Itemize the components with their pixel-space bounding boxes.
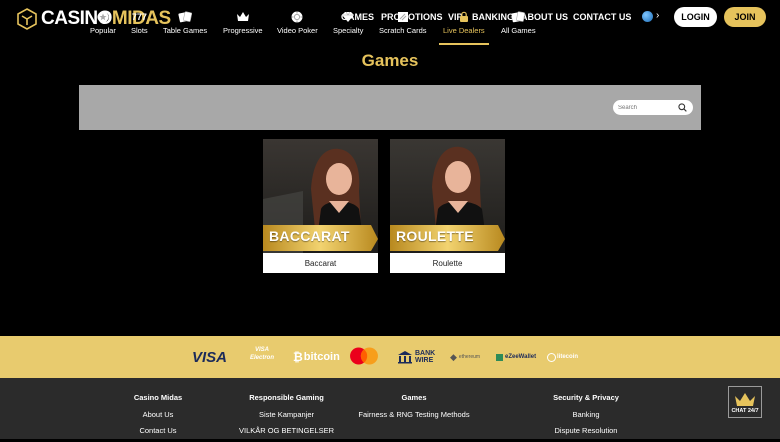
footer-link-fairness[interactable]: Fairness & RNG Testing Methods [354,410,474,419]
page-title: Games [361,51,419,70]
game-banner-text: BACCARAT [269,228,350,244]
category-all-games[interactable]: All Games [501,11,536,35]
visa-electron-logo: VISA Electron [250,347,275,361]
footer-heading: Security & Privacy [553,393,619,402]
footer-link-banking[interactable]: Banking [536,410,636,419]
scratch-card-icon [397,12,408,22]
game-title: Baccarat [263,253,378,273]
search-icon[interactable] [678,103,687,112]
category-popular[interactable]: Popular [90,11,116,35]
payment-methods-strip: VISA VISA Electron ₿ bitcoin BANK WIRE ◆ eth… [0,336,780,378]
footer-link-siste-kampanjer[interactable]: Siste Kampanjer [229,410,344,419]
footer-link-dispute-resolution[interactable]: Dispute Resolution [536,426,636,435]
footer-link-contact-us[interactable]: Contact Us [118,426,198,435]
category-video-poker[interactable]: Video Poker [277,11,318,35]
footer-column-security: Security & Privacy Banking Dispute Resol… [536,393,636,442]
visa-logo: VISA [192,348,228,366]
category-label: Slots [131,26,148,35]
category-label: All Games [501,26,536,35]
category-slots[interactable]: 777 Slots [131,11,148,35]
cards-icon [511,11,526,23]
litecoin-logo: litecoin [547,348,578,366]
game-thumbnail: ROULETTE [390,139,505,253]
category-label: Progressive [223,26,263,35]
footer-heading: Games [401,393,427,402]
category-live-dealers[interactable]: Live Dealers [439,11,489,45]
category-label: Live Dealers [443,26,485,35]
category-label: Specialty [333,26,364,35]
game-card-roulette[interactable]: ROULETTE Roulette [390,139,505,273]
join-button[interactable]: JOIN [724,7,766,27]
footer-link-about-us[interactable]: About Us [118,410,198,419]
category-label: Video Poker [277,26,318,35]
nav-contact-us[interactable]: CONTACT US [573,12,631,22]
footer-column-responsible-gaming: Responsible Gaming Siste Kampanjer VILKÅ… [229,393,344,442]
litecoin-icon [547,352,556,362]
crown-icon [735,393,755,406]
chat-button[interactable]: CHAT 24/7 [728,386,762,418]
category-label: Table Games [163,26,208,35]
game-card-baccarat[interactable]: BACCARAT Baccarat [263,139,378,273]
star-icon [97,11,109,23]
mastercard-icon [350,347,378,365]
chat-label: CHAT 24/7 [731,408,759,414]
footer-link-terms[interactable]: VILKÅR OG BETINGELSER [229,426,344,435]
ethereum-icon: ◆ [450,351,457,362]
game-banner-text: ROULETTE [396,228,474,244]
ezeewallet-icon [496,353,503,361]
site-footer: Casino Midas About Us Contact Us Respons… [0,378,780,439]
footer-heading: Casino Midas [133,393,183,402]
chip-icon [291,11,303,23]
category-bar [79,85,701,130]
bitcoin-logo: ₿ bitcoin [293,350,340,364]
bank-wire-logo: BANK WIRE [397,348,435,366]
crown-icon [236,12,249,21]
footer-column-casino-midas: Casino Midas About Us Contact Us [118,393,198,442]
cards-icon [178,11,193,23]
category-progressive[interactable]: Progressive [223,11,263,35]
lock-icon [459,11,468,22]
footer-column-games: Games Fairness & RNG Testing Methods [354,393,474,426]
logo-cube-icon [17,8,37,30]
game-thumbnail: BACCARAT [263,139,378,253]
777-icon: 777 [131,12,147,22]
category-table-games[interactable]: Table Games [163,11,207,35]
bank-icon [398,351,412,364]
login-button[interactable]: LOGIN [674,7,717,27]
game-title: Roulette [390,253,505,273]
category-specialty[interactable]: Specialty [333,11,363,35]
category-label: Popular [90,26,116,35]
globe-icon[interactable] [642,11,653,22]
chevron-right-icon[interactable]: › [656,10,659,21]
ethereum-logo: ◆ ethereum [450,351,481,362]
diamond-icon [342,11,355,22]
category-scratch-cards[interactable]: Scratch Cards [379,11,427,35]
bitcoin-icon: ₿ [293,350,303,364]
footer-heading: Responsible Gaming [249,393,324,402]
ezeewallet-logo: eZeeWallet [496,348,536,366]
category-label: Scratch Cards [379,26,427,35]
